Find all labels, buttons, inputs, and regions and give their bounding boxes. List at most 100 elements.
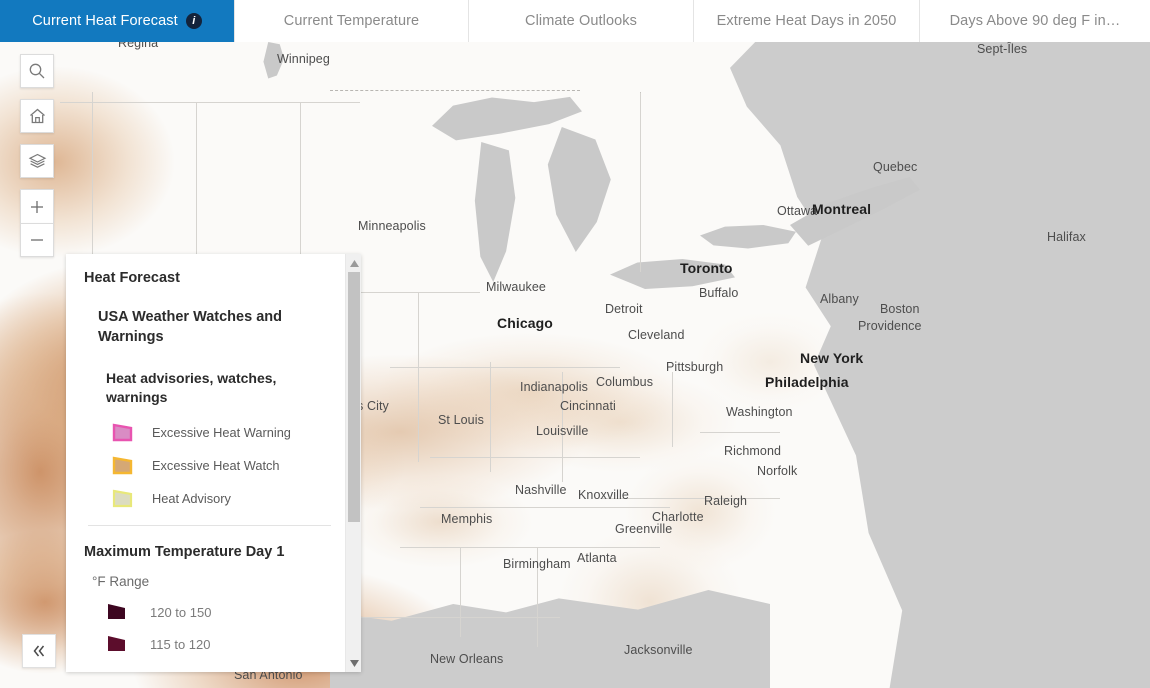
zoom-out-button[interactable] — [20, 223, 54, 257]
home-button[interactable] — [20, 99, 54, 133]
city-label: Toronto — [680, 260, 733, 276]
city-label: Indianapolis — [520, 380, 588, 394]
city-label: Greenville — [615, 522, 673, 536]
city-label: Montreal — [812, 201, 872, 217]
border-line — [330, 90, 580, 91]
legend-item: Excessive Heat Watch — [110, 454, 335, 478]
city-label: St Louis — [438, 413, 484, 427]
city-label: Louisville — [536, 424, 589, 438]
border-line — [490, 362, 491, 472]
legend-layer-title: USA Weather Watches and Warnings — [98, 309, 282, 345]
heat-advisory-swatch — [110, 487, 140, 511]
map-viewport[interactable]: Regina Winnipeg Sept-Îles Quebec Ottawa Montr… — [0, 42, 1150, 688]
excessive-heat-warning-swatch — [110, 421, 140, 445]
map-toolbar — [20, 54, 54, 257]
legend-item: Heat Advisory — [110, 487, 335, 511]
legend-section-title: Maximum Temperature Day 1 — [84, 543, 285, 560]
city-label: Albany — [820, 292, 859, 306]
city-label: Columbus — [596, 375, 654, 389]
legend-divider — [88, 524, 331, 526]
city-label: Knoxville — [578, 488, 629, 502]
city-label: Jacksonville — [624, 643, 693, 657]
excessive-heat-watch-swatch — [110, 454, 140, 478]
city-label: Norfolk — [757, 464, 798, 478]
range-115-120-swatch — [106, 633, 136, 657]
city-label: Quebec — [873, 160, 918, 174]
city-label: Buffalo — [699, 286, 739, 300]
city-label: Chicago — [497, 315, 553, 331]
tab-label: Extreme Heat Days in 2050 — [716, 13, 897, 29]
city-label: Atlanta — [577, 551, 617, 565]
city-label: Birmingham — [503, 557, 571, 571]
city-label: Detroit — [605, 302, 643, 316]
city-label: Raleigh — [704, 494, 748, 508]
zoom-out-icon — [31, 239, 43, 241]
tab-label: Days Above 90 deg F in… — [949, 13, 1121, 29]
legend-panel: Heat Forecast USA Weather Watches and Wa… — [66, 254, 361, 672]
city-label: Philadelphia — [765, 374, 849, 390]
legend-title: Heat Forecast — [84, 270, 180, 286]
layers-icon — [28, 153, 46, 168]
legend-field-label: °F Range — [92, 573, 150, 589]
home-icon — [29, 108, 45, 124]
zoom-in-button[interactable] — [20, 189, 54, 223]
zoom-in-icon — [31, 200, 43, 213]
border-line — [60, 102, 360, 103]
city-label: Sept-Îles — [977, 42, 1028, 56]
legend-scrollbar[interactable] — [345, 254, 361, 672]
search-button[interactable] — [20, 54, 54, 88]
city-label: Providence — [858, 319, 922, 333]
city-label: Milwaukee — [486, 280, 546, 294]
city-label: Cleveland — [628, 328, 685, 342]
city-label: New Orleans — [430, 652, 504, 666]
map-application: Current Heat Forecast i Current Temperat… — [0, 0, 1150, 688]
border-line — [418, 292, 419, 462]
tab-label: Current Heat Forecast — [32, 13, 178, 29]
legend-range-label: 120 to 150 — [150, 605, 212, 621]
city-label: Richmond — [724, 444, 782, 458]
legend-sublayer-title: Heat advisories, watches, warnings — [106, 370, 277, 406]
border-line — [460, 547, 461, 637]
city-label: Regina — [118, 42, 159, 50]
tab-current-temperature[interactable]: Current Temperature — [235, 0, 469, 42]
search-icon — [29, 63, 45, 79]
scroll-up-arrow-icon[interactable] — [346, 256, 362, 270]
city-label: Minneapolis — [358, 219, 426, 233]
double-chevron-left-icon — [33, 645, 45, 657]
border-line — [420, 507, 670, 508]
legend-item: Excessive Heat Warning — [110, 421, 335, 445]
tab-bar: Current Heat Forecast i Current Temperat… — [0, 0, 1150, 42]
legend-range-item: 115 to 120 — [106, 633, 335, 657]
tab-label: Current Temperature — [283, 13, 420, 29]
city-label: Nashville — [515, 483, 567, 497]
tab-current-heat-forecast[interactable]: Current Heat Forecast i — [0, 0, 235, 42]
border-line — [700, 432, 780, 433]
range-120-150-swatch — [106, 601, 136, 625]
border-line — [400, 547, 660, 548]
border-line — [672, 372, 673, 447]
legend-item-label: Heat Advisory — [152, 491, 231, 507]
legend-item-label: Excessive Heat Watch — [152, 458, 280, 474]
city-label: Boston — [880, 302, 920, 316]
layers-button[interactable] — [20, 144, 54, 178]
legend-range-label: 115 to 120 — [150, 637, 211, 653]
scrollbar-thumb[interactable] — [348, 272, 360, 522]
legend-content: Heat Forecast USA Weather Watches and Wa… — [66, 254, 345, 672]
tab-days-above-90-deg-f[interactable]: Days Above 90 deg F in… — [920, 0, 1150, 42]
legend-item-label: Excessive Heat Warning — [152, 425, 291, 441]
city-label: Memphis — [441, 512, 493, 526]
legend-range-item: 120 to 150 — [106, 601, 335, 625]
border-line — [640, 92, 641, 272]
tab-climate-outlooks[interactable]: Climate Outlooks — [469, 0, 694, 42]
border-line — [390, 367, 620, 368]
zoom-controls — [20, 189, 54, 257]
city-label: Cincinnati — [560, 399, 616, 413]
city-label: New York — [800, 350, 864, 366]
border-line — [430, 457, 640, 458]
collapse-panel-button[interactable] — [22, 634, 56, 668]
city-label: Winnipeg — [277, 52, 330, 66]
tab-extreme-heat-days-2050[interactable]: Extreme Heat Days in 2050 — [694, 0, 920, 42]
city-label: Pittsburgh — [666, 360, 724, 374]
scroll-down-arrow-icon[interactable] — [346, 656, 362, 670]
info-icon[interactable]: i — [185, 13, 202, 29]
